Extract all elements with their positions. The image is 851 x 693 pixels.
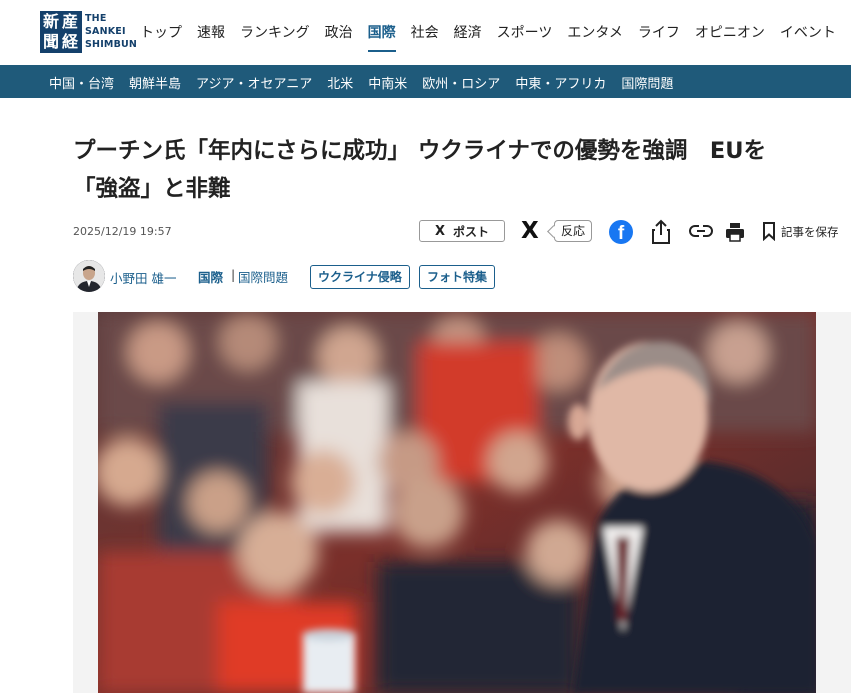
tag-ukraine-invasion[interactable]: ウクライナ侵略: [310, 265, 410, 289]
x-logo-icon: X: [434, 223, 445, 239]
headline-line: プーチン氏「年内にさらに成功」 ウクライナでの優勢を強調 EUを: [73, 138, 767, 164]
bookmark-icon[interactable]: [762, 221, 776, 241]
logo-line: THE: [85, 13, 107, 24]
save-article-label[interactable]: 記事を保存: [781, 224, 839, 240]
logo-line: SHIMBUN: [85, 39, 138, 50]
sankei-logo[interactable]: 新 産 聞 経 THE SANKEI SHIMBUN: [40, 11, 137, 55]
subnav-item-north-america[interactable]: 北米: [327, 73, 353, 92]
subnav-item-china-taiwan[interactable]: 中国・台湾: [49, 73, 114, 92]
publish-date: 2025/12/19 19:57: [73, 225, 172, 238]
tag-photo-feature[interactable]: フォト特集: [419, 265, 496, 289]
subnav-item-middle-east-africa[interactable]: 中東・アフリカ: [515, 73, 606, 92]
nav-item-entertainment[interactable]: エンタメ: [567, 22, 623, 42]
subnav-item-international-issues[interactable]: 国際問題: [621, 73, 673, 92]
nav-item-sports[interactable]: スポーツ: [497, 22, 553, 42]
nav-item-politics[interactable]: 政治: [325, 22, 353, 42]
logo-seal-char: 産: [62, 12, 79, 31]
link-icon[interactable]: [689, 223, 713, 239]
reaction-bubble[interactable]: 反応: [554, 220, 593, 242]
headline-line: 「強盗」と非難: [73, 176, 231, 202]
print-icon[interactable]: [724, 221, 746, 243]
x-logo-icon[interactable]: X: [521, 218, 539, 244]
article-photo[interactable]: [98, 312, 816, 693]
subnav-item-europe-russia[interactable]: 欧州・ロシア: [422, 73, 500, 92]
facebook-icon[interactable]: f: [609, 220, 633, 244]
nav-item-events[interactable]: イベント: [780, 22, 836, 42]
logo-wordmark: THE SANKEI SHIMBUN: [85, 12, 137, 51]
category-link[interactable]: 国際: [198, 267, 223, 286]
post-label: ポスト: [453, 224, 490, 239]
photo-press-conference: [98, 312, 816, 693]
author-name[interactable]: 小野田 雄一: [110, 268, 176, 287]
post-to-x-button[interactable]: X ポスト: [419, 220, 505, 242]
author-avatar[interactable]: [73, 260, 105, 292]
nav-item-international[interactable]: 国際: [367, 22, 396, 52]
subnav-item-latin-america[interactable]: 中南米: [368, 73, 407, 92]
author-avatar-image: [73, 260, 105, 292]
nav-item-society[interactable]: 社会: [411, 22, 439, 42]
category-separator: |: [231, 267, 236, 282]
nav-item-breaking[interactable]: 速報: [197, 22, 225, 42]
subnav-item-asia-oceania[interactable]: アジア・オセアニア: [196, 73, 312, 92]
site-header: 新 産 聞 経 THE SANKEI SHIMBUN トップ 速報 ランキング …: [0, 0, 851, 65]
nav-item-opinion[interactable]: オピニオン: [695, 22, 765, 42]
sub-nav: 中国・台湾 朝鮮半島 アジア・オセアニア 北米 中南米 欧州・ロシア 中東・アフ…: [0, 65, 851, 98]
main-nav: トップ 速報 ランキング 政治 国際 社会 経済 スポーツ エンタメ ライフ オ…: [140, 22, 851, 52]
logo-seal-char: 新: [43, 12, 60, 31]
subcategory-link[interactable]: 国際問題: [238, 267, 288, 286]
subnav-item-korea[interactable]: 朝鮮半島: [129, 73, 181, 92]
article-headline: プーチン氏「年内にさらに成功」 ウクライナでの優勢を強調 EUを 「強盗」と非難: [73, 132, 833, 208]
logo-seal: 新 産 聞 経: [40, 11, 82, 53]
share-icon[interactable]: [650, 219, 672, 245]
nav-item-top[interactable]: トップ: [140, 22, 182, 42]
logo-seal-char: 経: [62, 32, 79, 51]
nav-item-economy[interactable]: 経済: [454, 22, 482, 42]
nav-item-ranking[interactable]: ランキング: [240, 22, 310, 42]
logo-line: SANKEI: [85, 26, 126, 37]
nav-item-life[interactable]: ライフ: [638, 22, 680, 42]
logo-seal-char: 聞: [43, 32, 60, 51]
